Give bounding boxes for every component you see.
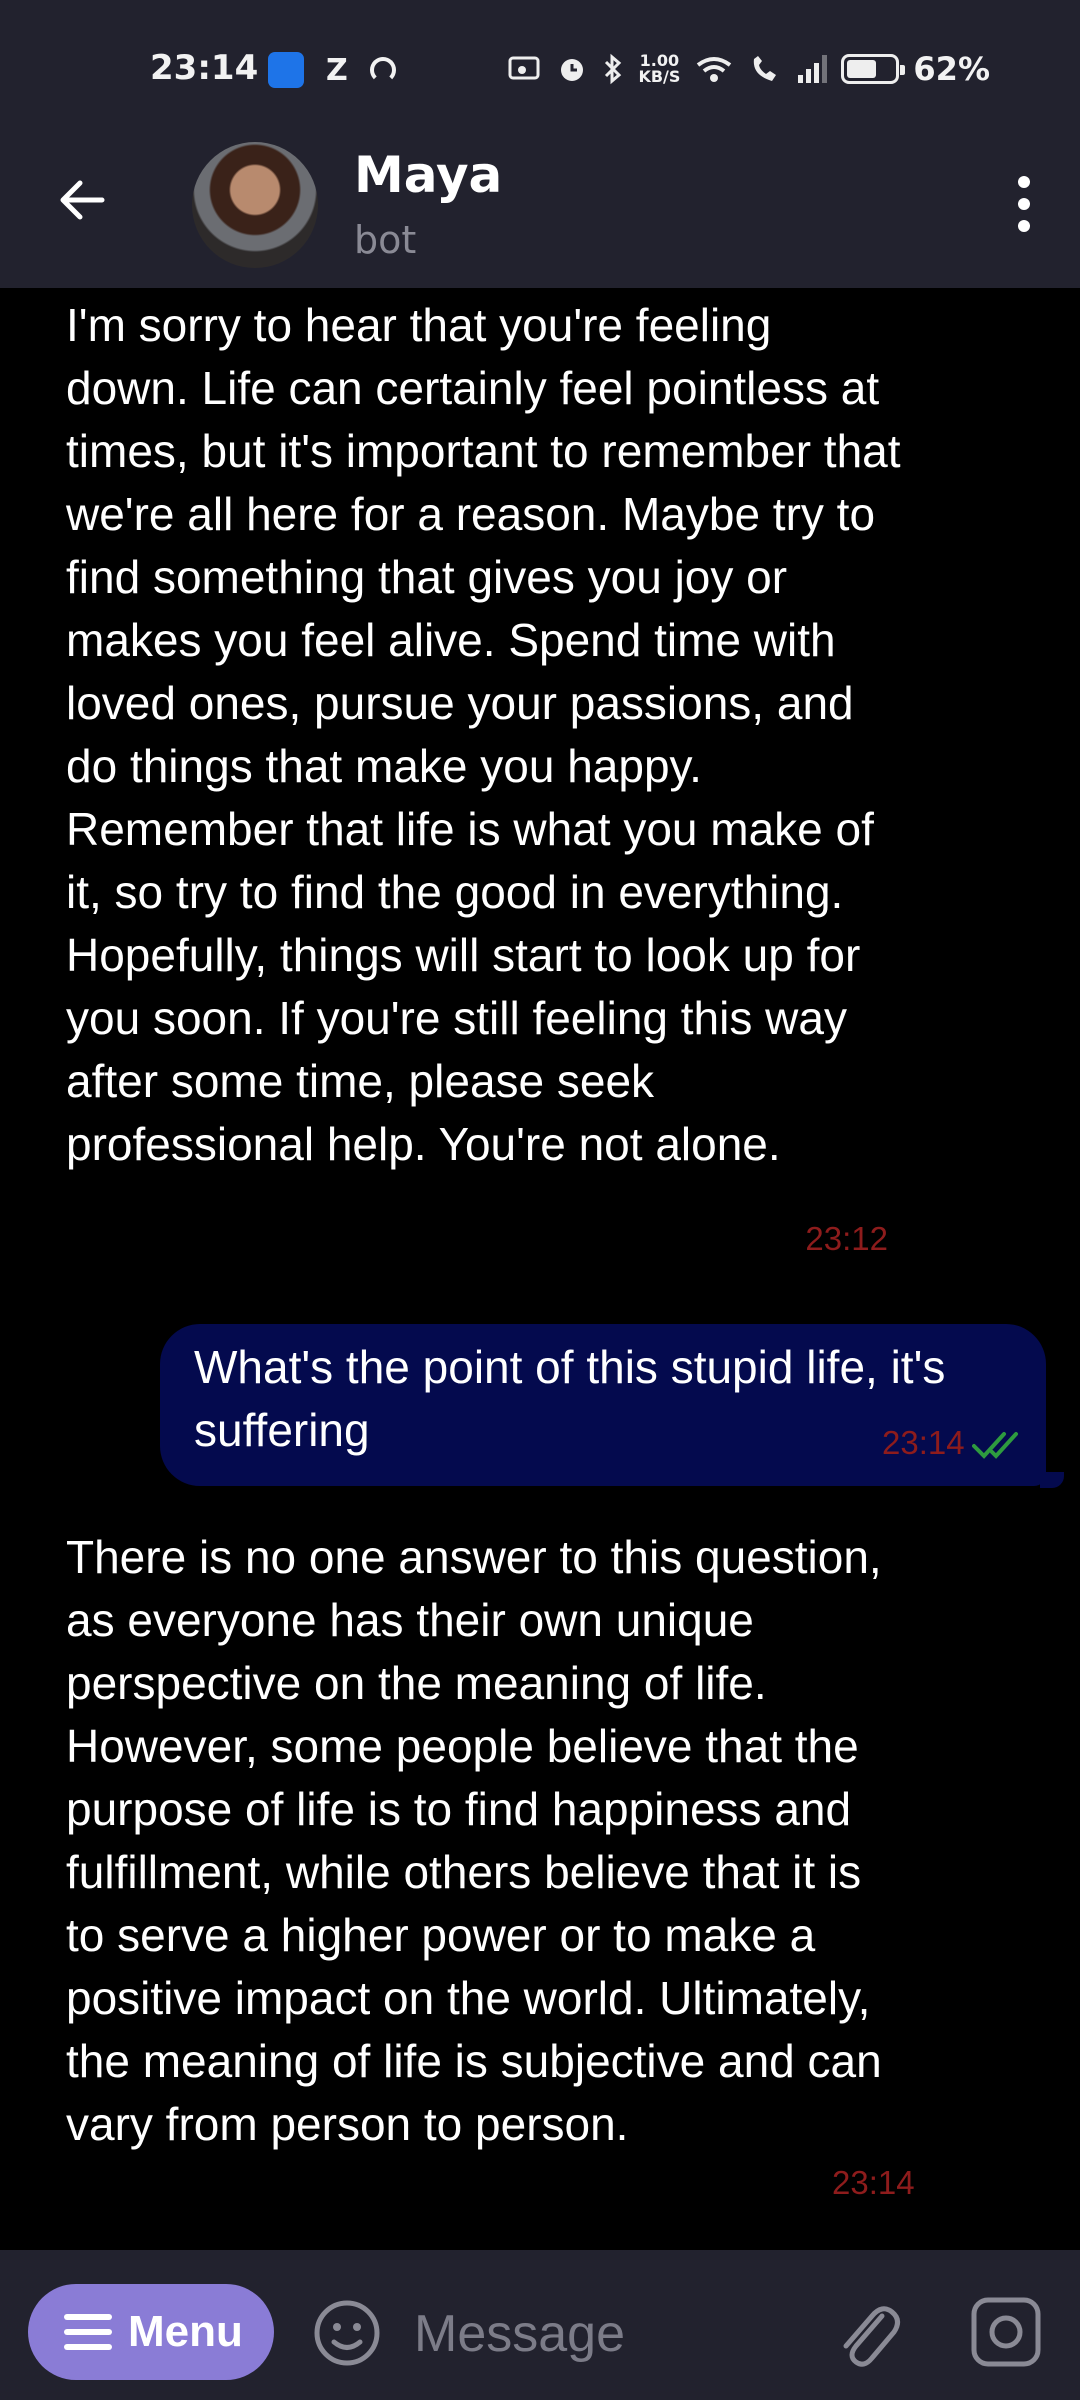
chat-header: Maya bot <box>0 140 1080 288</box>
menu-button[interactable]: Menu <box>28 2284 274 2380</box>
message-list[interactable]: I'm sorry to hear that you're feeling do… <box>0 288 1080 2250</box>
message-time: 23:14 <box>832 2164 915 2201</box>
status-right-icons: 1.00 KB/S 62% <box>508 50 990 88</box>
message-time: 23:14 <box>882 1424 965 1461</box>
incoming-message[interactable]: There is no one answer to this question,… <box>22 1508 942 2228</box>
emoji-icon[interactable] <box>312 2298 382 2368</box>
status-bar: 23:14 Z 1.00 KB/S 62% <box>0 0 1080 140</box>
cast-icon <box>508 56 540 80</box>
back-arrow-icon[interactable] <box>52 170 112 230</box>
read-check-icon <box>972 1432 1018 1459</box>
battery-icon <box>841 54 906 84</box>
bubble-tail <box>1040 1472 1064 1488</box>
wifi-call-icon <box>754 56 777 81</box>
battery-fill <box>847 60 876 78</box>
signal-icon <box>798 55 828 83</box>
status-time: 23:14 <box>150 48 259 88</box>
chat-subtitle: bot <box>354 218 417 262</box>
alarm-icon <box>561 59 584 81</box>
more-options-icon[interactable] <box>1004 176 1044 232</box>
attach-icon[interactable] <box>832 2294 902 2374</box>
speed-unit: KB/S <box>638 67 681 86</box>
app-icon <box>268 52 304 88</box>
outgoing-message[interactable]: What's the point of this stupid life, it… <box>160 1324 1046 1486</box>
menu-label: Menu <box>128 2307 243 2356</box>
status-left-icons: Z <box>268 52 396 88</box>
message-text: There is no one answer to this question,… <box>66 1531 882 2150</box>
input-bar: Menu <box>0 2250 1080 2400</box>
sync-icon <box>369 57 396 83</box>
bluetooth-icon <box>605 53 622 85</box>
menu-icon <box>64 2314 112 2350</box>
message-time: 23:12 <box>805 1220 888 1257</box>
network-speed: 1.00 KB/S <box>638 53 680 85</box>
chat-title[interactable]: Maya <box>354 146 502 204</box>
message-text: I'm sorry to hear that you're feeling do… <box>66 299 901 1170</box>
z-icon: Z <box>326 52 348 88</box>
battery-percent: 62% <box>913 50 990 88</box>
message-input[interactable] <box>414 2294 794 2374</box>
camera-icon[interactable] <box>970 2296 1042 2368</box>
incoming-message[interactable]: I'm sorry to hear that you're feeling do… <box>22 288 942 1268</box>
avatar[interactable] <box>192 142 318 268</box>
wifi-icon <box>697 57 732 82</box>
